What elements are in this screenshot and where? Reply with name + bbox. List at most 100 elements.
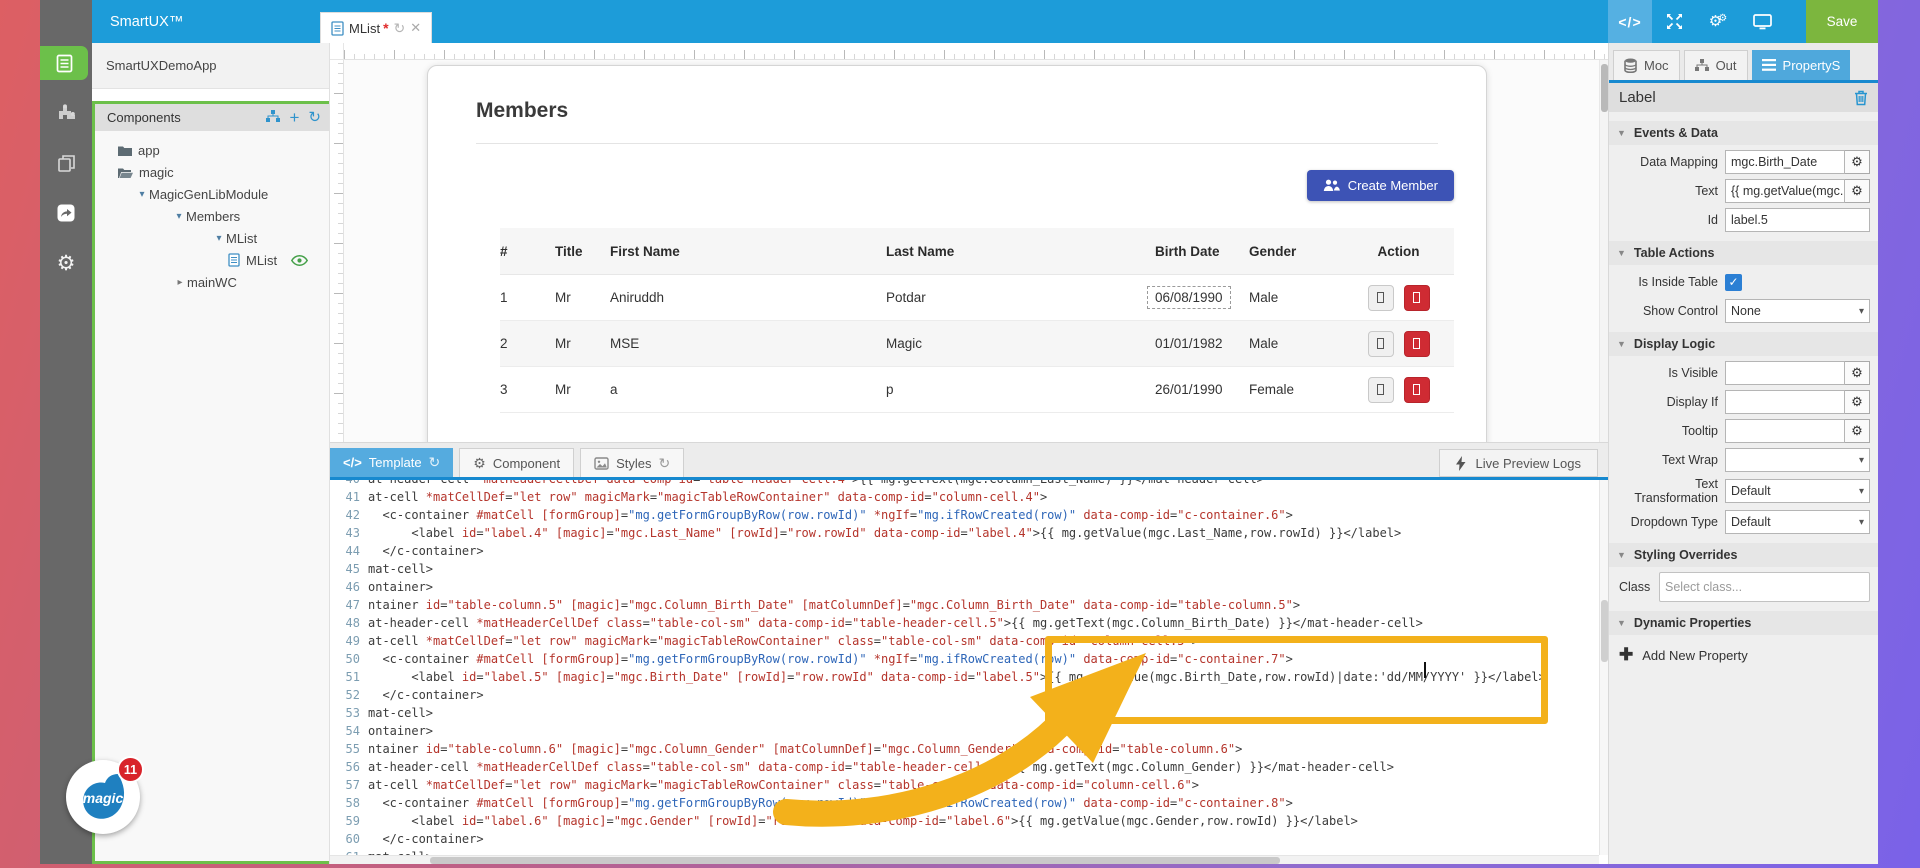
live-preview-logs-button[interactable]: Live Preview Logs bbox=[1439, 449, 1599, 477]
table-row[interactable]: 1MrAniruddhPotdar06/08/1990Male bbox=[500, 275, 1454, 321]
section-header-dynamic-properties[interactable]: ▼Dynamic Properties bbox=[1609, 611, 1878, 635]
refresh-icon[interactable]: ↻ bbox=[429, 454, 441, 471]
tree-item-mlist[interactable]: MList bbox=[95, 249, 329, 271]
design-canvas[interactable]: Members Create Member #TitleFirst NameLa… bbox=[330, 43, 1608, 442]
settings-gear-icon[interactable]: ⚙ bbox=[40, 246, 92, 280]
section-header-display-logic[interactable]: ▼Display Logic bbox=[1609, 332, 1878, 356]
device-preview-button[interactable] bbox=[1740, 0, 1784, 43]
gear-button[interactable]: ⚙ bbox=[1845, 361, 1870, 385]
selected-birthdate-label[interactable]: 06/08/1990 bbox=[1147, 286, 1231, 309]
code-line[interactable]: 41at-cell *matCellDef="let row" magicMar… bbox=[330, 488, 1599, 506]
refresh-icon[interactable]: ↻ bbox=[658, 455, 670, 472]
components-puzzle-icon[interactable] bbox=[40, 96, 92, 130]
code-text[interactable]: at-header-cell *matHeaderCellDef class="… bbox=[368, 614, 1423, 632]
property-input[interactable]: mgc.Birth_Date bbox=[1725, 150, 1845, 174]
code-line[interactable]: 61mat-cell> bbox=[330, 848, 1599, 855]
tab-refresh-icon[interactable]: ↻ bbox=[394, 20, 406, 37]
tab-mock[interactable]: Moc bbox=[1613, 50, 1680, 80]
tree-item-magicgenlibmodule[interactable]: ▾MagicGenLibModule bbox=[95, 183, 329, 205]
delete-row-button[interactable] bbox=[1404, 331, 1430, 357]
property-input[interactable]: {{ mg.getValue(mgc.Birth_D bbox=[1725, 179, 1845, 203]
canvas-scrollbar[interactable] bbox=[1599, 60, 1608, 442]
code-vertical-scrollbar[interactable] bbox=[1599, 480, 1608, 855]
code-line[interactable]: 40at-header-cell *matHeaderCellDef data-… bbox=[330, 480, 1599, 488]
code-line[interactable]: 51 <label id="label.5" [magic]="mgc.Birt… bbox=[330, 668, 1599, 686]
code-line[interactable]: 44 </c-container> bbox=[330, 542, 1599, 560]
code-text[interactable]: <c-container #matCell [formGroup]="mg.ge… bbox=[368, 794, 1293, 812]
code-area[interactable]: 40at-header-cell *matHeaderCellDef data-… bbox=[330, 480, 1608, 864]
fullscreen-arrows-button[interactable] bbox=[1652, 0, 1696, 43]
tab-styles[interactable]: Styles ↻ bbox=[580, 448, 684, 477]
code-text[interactable]: ontainer> bbox=[368, 578, 433, 596]
visibility-eye-icon[interactable] bbox=[291, 255, 308, 266]
checkbox[interactable]: ✓ bbox=[1725, 274, 1742, 291]
property-input[interactable] bbox=[1725, 361, 1845, 385]
property-select[interactable]: None▾ bbox=[1725, 299, 1870, 323]
property-input[interactable]: label.5 bbox=[1725, 208, 1870, 232]
code-text[interactable]: ontainer> bbox=[368, 722, 433, 740]
code-text[interactable]: <label id="label.4" [magic]="mgc.Last_Na… bbox=[368, 524, 1401, 542]
code-text[interactable]: </c-container> bbox=[368, 830, 484, 848]
code-text[interactable]: mat-cell> bbox=[368, 704, 433, 722]
code-line[interactable]: 42 <c-container #matCell [formGroup]="mg… bbox=[330, 506, 1599, 524]
code-line[interactable]: 58 <c-container #matCell [formGroup]="mg… bbox=[330, 794, 1599, 812]
create-member-button[interactable]: Create Member bbox=[1307, 170, 1454, 201]
code-line[interactable]: 46ontainer> bbox=[330, 578, 1599, 596]
code-horizontal-scrollbar[interactable] bbox=[330, 855, 1599, 864]
hierarchy-icon[interactable] bbox=[266, 110, 280, 125]
services-gears-button[interactable]: ⚙⚙ bbox=[1696, 0, 1740, 43]
add-icon[interactable]: + bbox=[289, 109, 299, 126]
tree-item-members[interactable]: ▾Members bbox=[95, 205, 329, 227]
delete-element-icon[interactable] bbox=[1854, 90, 1868, 106]
code-text[interactable]: <c-container #matCell [formGroup]="mg.ge… bbox=[368, 506, 1293, 524]
edit-row-button[interactable] bbox=[1368, 285, 1394, 311]
table-row[interactable]: 3Mrap26/01/1990Female bbox=[500, 367, 1454, 413]
copy-pages-icon[interactable] bbox=[40, 146, 92, 180]
tab-component[interactable]: ⚙ Component bbox=[459, 448, 574, 477]
edit-row-button[interactable] bbox=[1368, 331, 1394, 357]
code-text[interactable]: <label id="label.6" [magic]="mgc.Gender"… bbox=[368, 812, 1358, 830]
save-button[interactable]: Save bbox=[1806, 0, 1878, 43]
tab-outline[interactable]: Out bbox=[1684, 50, 1748, 80]
tree-item-magic[interactable]: magic bbox=[95, 161, 329, 183]
property-select[interactable]: Default▾ bbox=[1725, 479, 1870, 503]
code-vscroll-thumb[interactable] bbox=[1601, 600, 1608, 662]
code-line[interactable]: 59 <label id="label.6" [magic]="mgc.Gend… bbox=[330, 812, 1599, 830]
tree-caret-icon[interactable]: ▾ bbox=[172, 211, 186, 222]
code-text[interactable]: </c-container> bbox=[368, 686, 484, 704]
section-header-events-data[interactable]: ▼Events & Data bbox=[1609, 121, 1878, 145]
code-line[interactable]: 52 </c-container> bbox=[330, 686, 1599, 704]
code-line[interactable]: 55ntainer id="table-column.6" [magic]="m… bbox=[330, 740, 1599, 758]
code-line[interactable]: 43 <label id="label.4" [magic]="mgc.Last… bbox=[330, 524, 1599, 542]
code-text[interactable]: ntainer id="table-column.5" [magic]="mgc… bbox=[368, 596, 1300, 614]
code-line[interactable]: 56at-header-cell *matHeaderCellDef class… bbox=[330, 758, 1599, 776]
edit-row-button[interactable] bbox=[1368, 377, 1394, 403]
code-line[interactable]: 53mat-cell> bbox=[330, 704, 1599, 722]
code-line[interactable]: 50 <c-container #matCell [formGroup]="mg… bbox=[330, 650, 1599, 668]
code-hscroll-thumb[interactable] bbox=[430, 857, 1280, 864]
tab-template[interactable]: </> Template ↻ bbox=[330, 448, 453, 477]
code-line[interactable]: 48at-header-cell *matHeaderCellDef class… bbox=[330, 614, 1599, 632]
tree-caret-icon[interactable]: ▾ bbox=[135, 189, 149, 200]
code-view-button[interactable]: </> bbox=[1608, 0, 1652, 43]
tab-propertysheet[interactable]: PropertyS bbox=[1752, 50, 1851, 80]
section-header-table-actions[interactable]: ▼Table Actions bbox=[1609, 241, 1878, 265]
code-line[interactable]: 57at-cell *matCellDef="let row" magicMar… bbox=[330, 776, 1599, 794]
refresh-icon[interactable]: ↻ bbox=[308, 110, 321, 125]
code-line[interactable]: 60 </c-container> bbox=[330, 830, 1599, 848]
code-text[interactable]: <label id="label.5" [magic]="mgc.Birth_D… bbox=[368, 668, 1546, 686]
property-input[interactable] bbox=[1725, 419, 1845, 443]
delete-row-button[interactable] bbox=[1404, 377, 1430, 403]
code-line[interactable]: 49at-cell *matCellDef="let row" magicMar… bbox=[330, 632, 1599, 650]
canvas-scrollbar-thumb[interactable] bbox=[1601, 64, 1608, 112]
code-text[interactable]: mat-cell> bbox=[368, 560, 433, 578]
property-select[interactable]: Default▾ bbox=[1725, 510, 1870, 534]
pages-icon[interactable] bbox=[40, 46, 88, 80]
tree-item-app[interactable]: app bbox=[95, 139, 329, 161]
code-line[interactable]: 47ntainer id="table-column.5" [magic]="m… bbox=[330, 596, 1599, 614]
code-text[interactable]: at-cell *matCellDef="let row" magicMark=… bbox=[368, 632, 1199, 650]
magic-logo-badge[interactable]: magic 11 bbox=[66, 760, 140, 834]
tab-close-icon[interactable]: ✕ bbox=[410, 20, 421, 36]
table-row[interactable]: 2MrMSEMagic01/01/1982Male bbox=[500, 321, 1454, 367]
code-lines[interactable]: 40at-header-cell *matHeaderCellDef data-… bbox=[330, 480, 1599, 855]
